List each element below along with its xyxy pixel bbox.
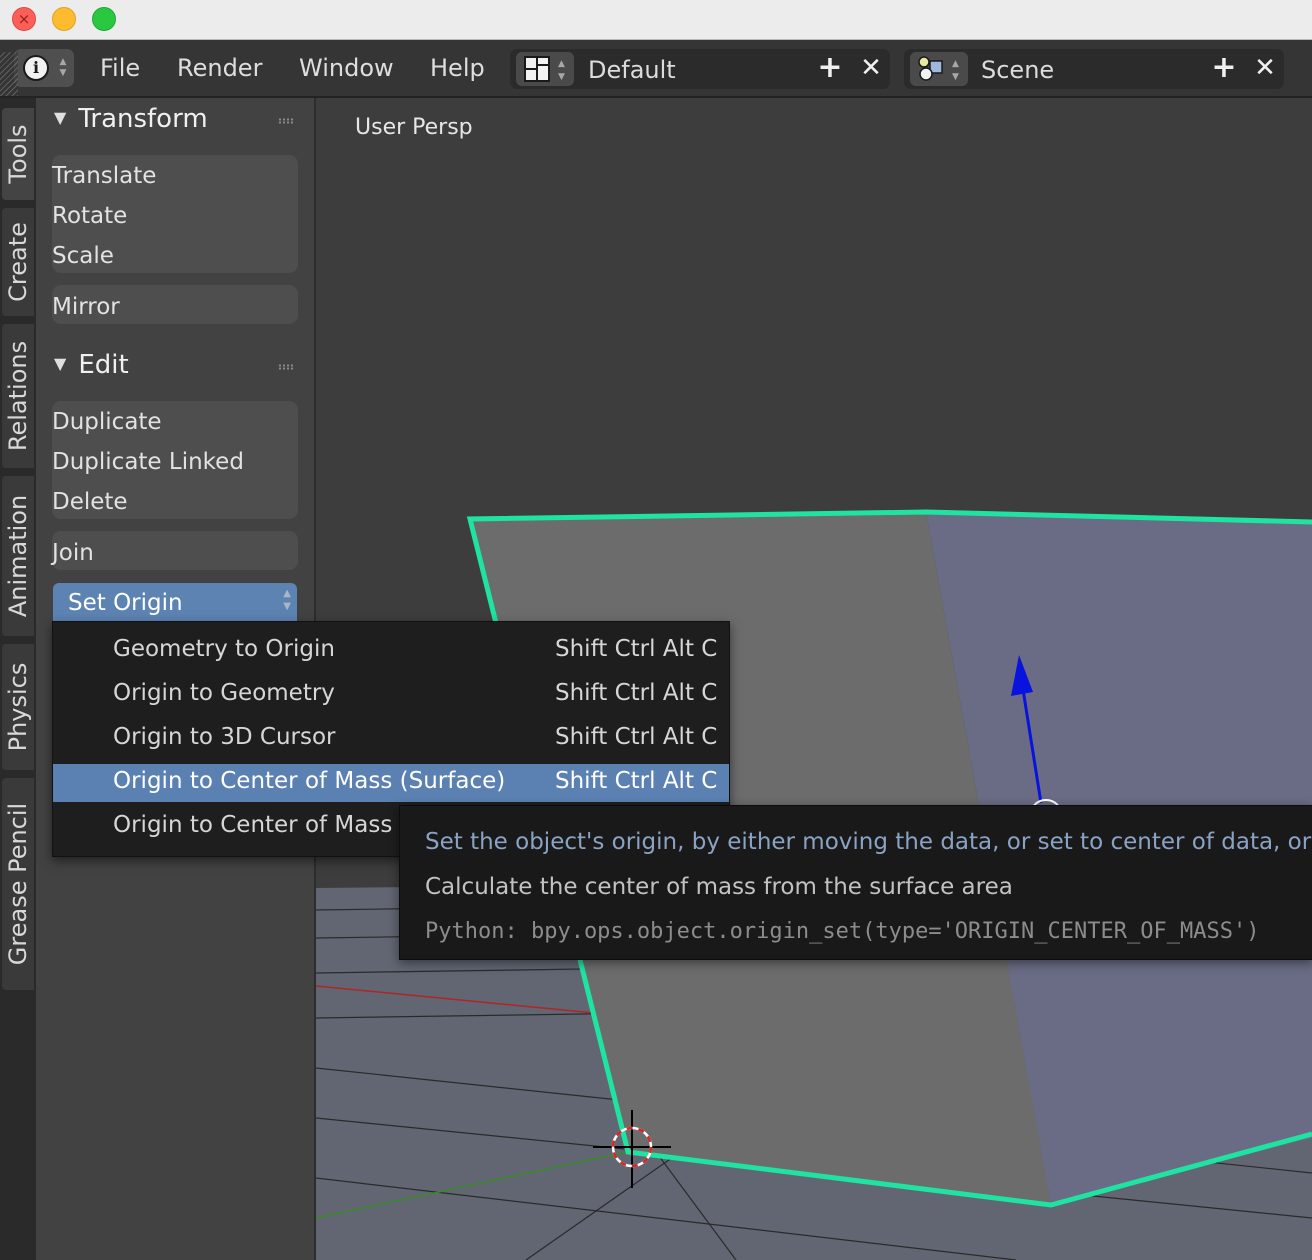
remove-scene-button[interactable]: ✕ bbox=[1251, 53, 1279, 83]
svg-text:▲: ▲ bbox=[558, 59, 565, 69]
set-origin-label: Set Origin bbox=[68, 590, 183, 616]
window-titlebar: × bbox=[0, 0, 1312, 40]
tab-relations[interactable]: Relations bbox=[2, 324, 34, 468]
updown-arrows-icon: ▲ ▼ bbox=[59, 57, 67, 78]
menu-item-origin-to-geometry[interactable]: Origin to Geometry Shift Ctrl Alt C bbox=[53, 676, 729, 714]
tab-physics[interactable]: Physics bbox=[2, 644, 34, 770]
tooltip-detail: Calculate the center of mass from the su… bbox=[425, 874, 1013, 900]
collapse-triangle-icon: ▼ bbox=[54, 354, 67, 373]
edit-header-label: Edit bbox=[78, 350, 129, 380]
editor-type-selector[interactable]: i ▲ ▼ bbox=[14, 49, 74, 87]
layout-name: Default bbox=[588, 56, 676, 84]
duplicate-linked-button[interactable]: Duplicate Linked bbox=[52, 449, 244, 475]
screen-layout-field[interactable]: ▲ ▼ Default + ✕ bbox=[510, 49, 890, 89]
menu-help[interactable]: Help bbox=[430, 54, 485, 82]
tab-tools-label: Tools bbox=[4, 124, 32, 184]
add-scene-button[interactable]: + bbox=[1210, 53, 1238, 83]
edit-panel-header[interactable]: ▼ Edit bbox=[54, 350, 129, 380]
menu-file[interactable]: File bbox=[100, 54, 140, 82]
add-layout-button[interactable]: + bbox=[816, 53, 844, 83]
join-button[interactable]: Join bbox=[52, 540, 94, 566]
menu-item-shortcut: Shift Ctrl Alt C bbox=[555, 636, 718, 662]
menu-item-origin-to-3d-cursor[interactable]: Origin to 3D Cursor Shift Ctrl Alt C bbox=[53, 720, 729, 758]
drag-grip-icon[interactable] bbox=[278, 118, 294, 124]
tab-relations-label: Relations bbox=[4, 340, 32, 452]
svg-text:▼: ▼ bbox=[952, 72, 959, 82]
delete-button[interactable]: Delete bbox=[52, 489, 128, 515]
duplicate-button[interactable]: Duplicate bbox=[52, 409, 162, 435]
menu-item-label: Origin to Center of Mass (Surface) bbox=[113, 768, 506, 794]
drag-grip-icon[interactable] bbox=[278, 364, 294, 370]
tool-tab-strip: Tools Create Relations Animation Physics… bbox=[0, 98, 36, 1260]
tab-grease-pencil[interactable]: Grease Pencil bbox=[2, 778, 34, 990]
transform-header-label: Transform bbox=[78, 104, 208, 134]
menu-item-shortcut: Shift Ctrl Alt C bbox=[555, 724, 718, 750]
tab-create[interactable]: Create bbox=[2, 208, 34, 316]
tab-tools[interactable]: Tools bbox=[2, 108, 34, 200]
view-label: User Persp bbox=[355, 115, 473, 140]
menu-item-label: Origin to Center of Mass bbox=[113, 812, 393, 838]
menu-item-shortcut: Shift Ctrl Alt C bbox=[555, 768, 718, 794]
info-icon: i bbox=[23, 55, 49, 81]
layout-icon: ▲ ▼ bbox=[524, 56, 565, 82]
menu-item-label: Geometry to Origin bbox=[113, 636, 335, 662]
close-window-button[interactable]: × bbox=[12, 7, 36, 31]
scale-button[interactable]: Scale bbox=[52, 243, 114, 269]
remove-layout-button[interactable]: ✕ bbox=[857, 53, 885, 83]
transform-panel-header[interactable]: ▼ Transform bbox=[54, 104, 208, 134]
area-split-handle[interactable] bbox=[0, 52, 18, 96]
tab-create-label: Create bbox=[4, 222, 32, 302]
tab-grease-pencil-label: Grease Pencil bbox=[4, 802, 32, 966]
scene-field[interactable]: ▲ ▼ Scene + ✕ bbox=[904, 49, 1284, 89]
mirror-button[interactable]: Mirror bbox=[52, 294, 120, 320]
minimize-window-button[interactable] bbox=[52, 7, 76, 31]
updown-arrows-icon: ▲ ▼ bbox=[283, 588, 291, 612]
menu-item-origin-to-center-of-mass-surface[interactable]: Origin to Center of Mass (Surface) Shift… bbox=[53, 764, 729, 802]
scene-selector[interactable]: ▲ ▼ bbox=[910, 52, 968, 86]
screen-layout-selector[interactable]: ▲ ▼ bbox=[516, 52, 574, 86]
menu-item-geometry-to-origin[interactable]: Geometry to Origin Shift Ctrl Alt C bbox=[53, 632, 729, 670]
info-header: i ▲ ▼ File Render Window Help ▲ ▼ Default… bbox=[0, 40, 1312, 98]
tab-physics-label: Physics bbox=[4, 662, 32, 752]
scene-icon: ▲ ▼ bbox=[918, 56, 959, 82]
set-origin-dropdown[interactable]: Set Origin ▲ ▼ bbox=[53, 583, 297, 623]
svg-text:▲: ▲ bbox=[952, 59, 959, 69]
tab-animation-label: Animation bbox=[4, 494, 32, 618]
tooltip-python: Python: bpy.ops.object.origin_set(type='… bbox=[425, 919, 1260, 944]
menu-render[interactable]: Render bbox=[177, 54, 262, 82]
menu-window[interactable]: Window bbox=[299, 54, 394, 82]
scene-name: Scene bbox=[981, 56, 1055, 84]
tooltip-description: Set the object's origin, by either movin… bbox=[425, 829, 1312, 855]
operator-tooltip: Set the object's origin, by either movin… bbox=[399, 805, 1312, 960]
rotate-button[interactable]: Rotate bbox=[52, 203, 127, 229]
close-icon: × bbox=[17, 10, 31, 28]
collapse-triangle-icon: ▼ bbox=[54, 108, 67, 127]
menu-item-shortcut: Shift Ctrl Alt C bbox=[555, 680, 718, 706]
zoom-window-button[interactable] bbox=[92, 7, 116, 31]
menu-item-label: Origin to 3D Cursor bbox=[113, 724, 336, 750]
translate-button[interactable]: Translate bbox=[52, 163, 156, 189]
menu-item-label: Origin to Geometry bbox=[113, 680, 335, 706]
svg-text:▼: ▼ bbox=[558, 72, 565, 82]
tab-animation[interactable]: Animation bbox=[2, 476, 34, 636]
